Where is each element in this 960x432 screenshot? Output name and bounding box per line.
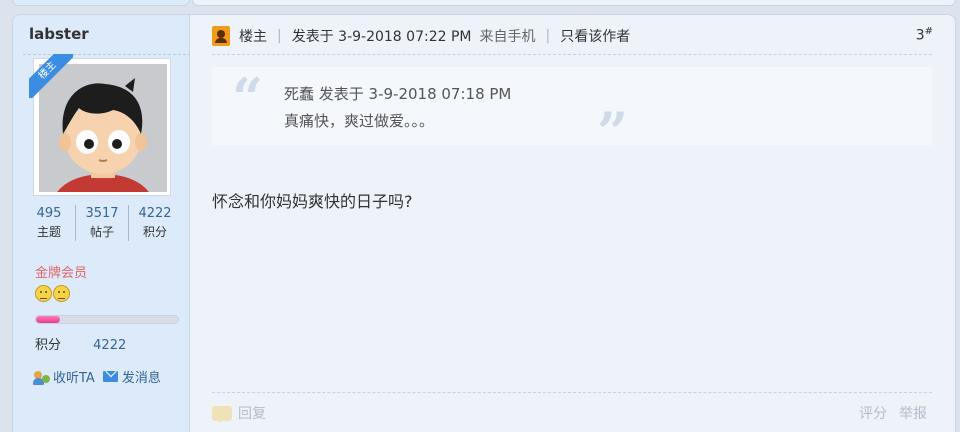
stat-credits[interactable]: 4222 积分 (129, 205, 181, 241)
post-body: 楼主 | 发表于 3-9-2018 07:22 PM 来自手机 | 只看该作者 … (190, 14, 956, 432)
stat-topics[interactable]: 495 主题 (23, 205, 76, 241)
avatar[interactable]: 楼主 (29, 54, 171, 196)
separator: | (277, 28, 282, 44)
owner-badge-label: 楼主 (29, 54, 73, 98)
divider (212, 54, 932, 55)
smiley-icon (53, 285, 70, 302)
user-actions: 收听TA 发消息 (33, 367, 169, 386)
close-quote-icon: ” (597, 100, 629, 164)
follow-icon (33, 369, 51, 385)
quote-author: 死蠢 发表于 3-9-2018 07:18 PM (284, 85, 512, 103)
stat-label: 主题 (36, 225, 61, 239)
user-stats: 495 主题 3517 帖子 4222 积分 (23, 205, 181, 241)
quote-text: 真痛快，爽过做爱。。。 (284, 112, 435, 130)
post-actions: 评分 举报 (859, 403, 927, 423)
level-progress-bar (35, 315, 179, 324)
send-message-label[interactable]: 发消息 (122, 367, 161, 386)
mail-icon (102, 371, 118, 382)
stat-posts[interactable]: 3517 帖子 (76, 205, 129, 241)
follow-button[interactable]: 收听TA (33, 367, 95, 386)
send-message-button[interactable]: 发消息 (102, 367, 161, 386)
post-source[interactable]: 来自手机 (479, 26, 535, 46)
post-date: 发表于 3-9-2018 07:22 PM (291, 29, 472, 45)
rate-button[interactable]: 评分 (859, 403, 887, 423)
open-quote-icon: “ (232, 66, 264, 130)
author-sidebar: labster 楼主 495 主题 3517 帖子 4222 积分 金牌会员 积… (12, 14, 191, 432)
post-header: 楼主 | 发表于 3-9-2018 07:22 PM 来自手机 | 只看该作者 (212, 26, 630, 46)
author-username[interactable]: labster (29, 25, 89, 43)
previous-post-edge (0, 0, 960, 8)
user-points: 积分 4222 (35, 334, 126, 353)
level-progress-fill (36, 316, 61, 323)
report-button[interactable]: 举报 (899, 403, 927, 423)
previous-post-sidebar-edge (12, 0, 190, 6)
previous-post-body-edge (192, 0, 956, 6)
owner-badge: 楼主 (29, 54, 73, 98)
divider (212, 392, 932, 393)
stat-value[interactable]: 495 (23, 205, 75, 223)
rank-icons (35, 285, 70, 302)
post-message: 怀念和你妈妈爽快的日子吗? (212, 192, 413, 211)
quote-block: “ 死蠢 发表于 3-9-2018 07:18 PM 真痛快，爽过做爱。。。 ” (212, 66, 932, 159)
stat-label: 帖子 (89, 225, 114, 239)
reply-label[interactable]: 回复 (238, 403, 266, 423)
smiley-icon (35, 285, 52, 302)
reply-icon (212, 405, 232, 423)
stat-value[interactable]: 3517 (76, 205, 128, 223)
floor-mark: # (924, 26, 933, 37)
floor-value[interactable]: 3 (916, 28, 925, 44)
follow-label[interactable]: 收听TA (53, 367, 95, 386)
stat-label: 积分 (142, 225, 167, 239)
thread-starter-label: 楼主 (239, 29, 267, 45)
points-value: 4222 (93, 338, 127, 353)
separator: | (545, 28, 551, 44)
reply-button[interactable]: 回复 (212, 403, 266, 423)
floor-number[interactable]: 3# (916, 26, 933, 44)
only-author-link[interactable]: 只看该作者 (560, 26, 630, 46)
thread-starter-icon (212, 26, 230, 46)
stat-value[interactable]: 4222 (129, 205, 181, 223)
points-label: 积分 (35, 338, 62, 353)
user-rank[interactable]: 金牌会员 (35, 262, 87, 281)
